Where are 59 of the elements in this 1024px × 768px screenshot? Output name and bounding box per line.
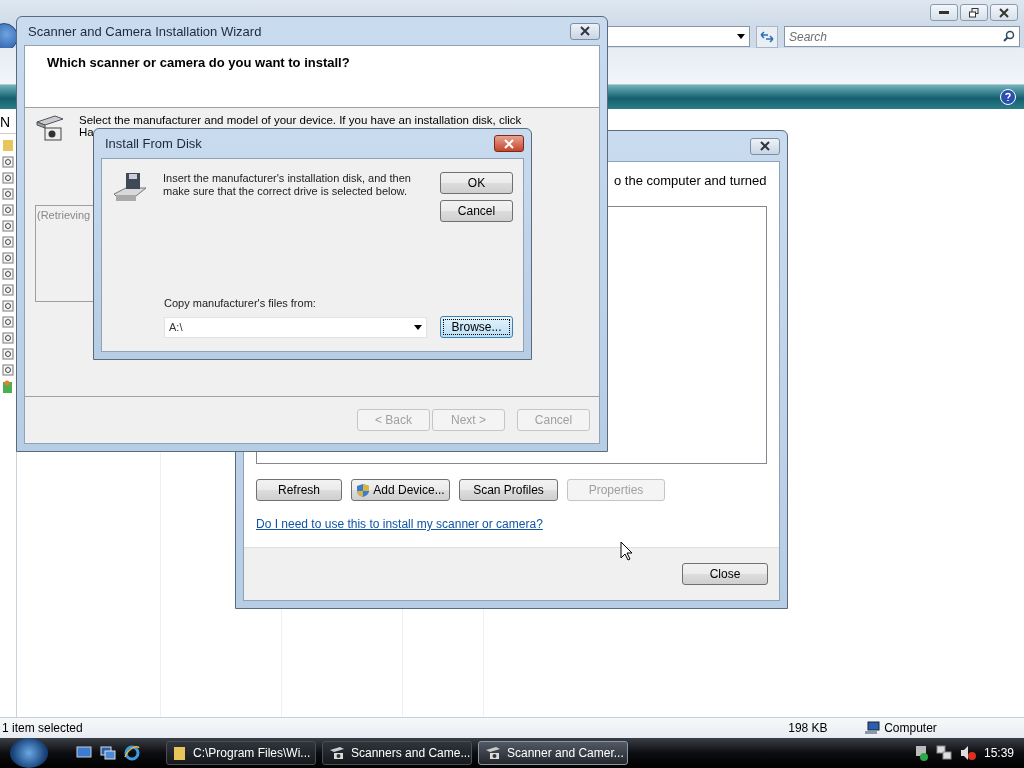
- close-icon: [503, 138, 515, 149]
- close-button[interactable]: [570, 22, 600, 40]
- help-icon[interactable]: [1000, 89, 1016, 105]
- close-button[interactable]: [494, 135, 524, 152]
- close-button[interactable]: [990, 4, 1018, 21]
- restore-button[interactable]: [960, 4, 988, 21]
- close-icon: [759, 141, 771, 151]
- refresh-button[interactable]: [756, 25, 778, 48]
- clock[interactable]: 15:39: [983, 746, 1014, 760]
- intro-text: o the computer and turned: [614, 173, 767, 188]
- folder-icon: [173, 745, 187, 761]
- action-button[interactable]: Scan Profiles: [459, 479, 558, 501]
- desktop-icon[interactable]: [76, 746, 92, 760]
- close-icon: [998, 7, 1010, 18]
- size-text: 198 KB: [787, 721, 829, 735]
- minimize-icon: [939, 10, 949, 15]
- search-icon: [1003, 30, 1015, 42]
- dialog-title: Install From Disk: [104, 136, 202, 151]
- taskbar-button[interactable]: Scanner and Camer...: [478, 741, 628, 765]
- close-button[interactable]: Close: [682, 563, 768, 585]
- shield-icon: [356, 482, 371, 498]
- dropdown-icon: [737, 34, 745, 39]
- instruction-text: Ha: [79, 126, 94, 138]
- status-text: 1 item selected: [1, 721, 84, 735]
- dialog-button[interactable]: Cancel: [440, 200, 513, 222]
- computer-icon: [864, 721, 881, 735]
- wizard-heading: Which scanner or camera do you want to install?: [47, 55, 351, 70]
- taskbar-button[interactable]: C:\Program Files\Wi...: [166, 741, 316, 765]
- program-icon: [2, 380, 14, 394]
- close-button[interactable]: [750, 137, 780, 155]
- dropdown-icon: [414, 324, 422, 330]
- minimize-button[interactable]: [930, 4, 958, 21]
- restore-icon: [969, 7, 979, 18]
- action-button[interactable]: Add Device...: [351, 479, 450, 501]
- source-label: Copy manufacturer's files from:: [164, 297, 317, 309]
- instruction-text: Select the manufacturer and model of your device. If you have an installation disk, click: [79, 114, 522, 126]
- folder-icon: [2, 138, 14, 152]
- source-dropdown[interactable]: A:\: [164, 316, 427, 338]
- browser-icon[interactable]: [124, 745, 140, 761]
- close-icon: [579, 26, 591, 36]
- volume-muted-icon[interactable]: [959, 745, 976, 761]
- location-label: Computer: [884, 721, 937, 735]
- start-button[interactable]: [10, 738, 48, 768]
- refresh-icon: [760, 30, 774, 43]
- scanner-icon: [485, 746, 501, 760]
- help-link[interactable]: Do I need to use this to install my scanner or camera?: [256, 517, 767, 531]
- scanner-icon: [35, 114, 65, 142]
- action-button[interactable]: Refresh: [256, 479, 342, 501]
- dialog-button[interactable]: OK: [440, 172, 513, 194]
- window-switch-icon[interactable]: [100, 746, 116, 760]
- scanner-icon: [329, 746, 345, 760]
- window-title: Scanner and Camera Installation Wizard: [27, 23, 262, 39]
- network-icon[interactable]: [935, 745, 952, 761]
- search-field[interactable]: Search: [784, 26, 1020, 47]
- floppy-drive-icon: [112, 172, 148, 204]
- security-icon[interactable]: [913, 745, 928, 761]
- dialog-message: Insert the manufacturer's installation disk, and then make sure that the correct drive is selected below.: [163, 172, 412, 199]
- browse-button[interactable]: Browse...: [440, 316, 513, 338]
- taskbar-button[interactable]: Scanners and Came...: [322, 741, 472, 765]
